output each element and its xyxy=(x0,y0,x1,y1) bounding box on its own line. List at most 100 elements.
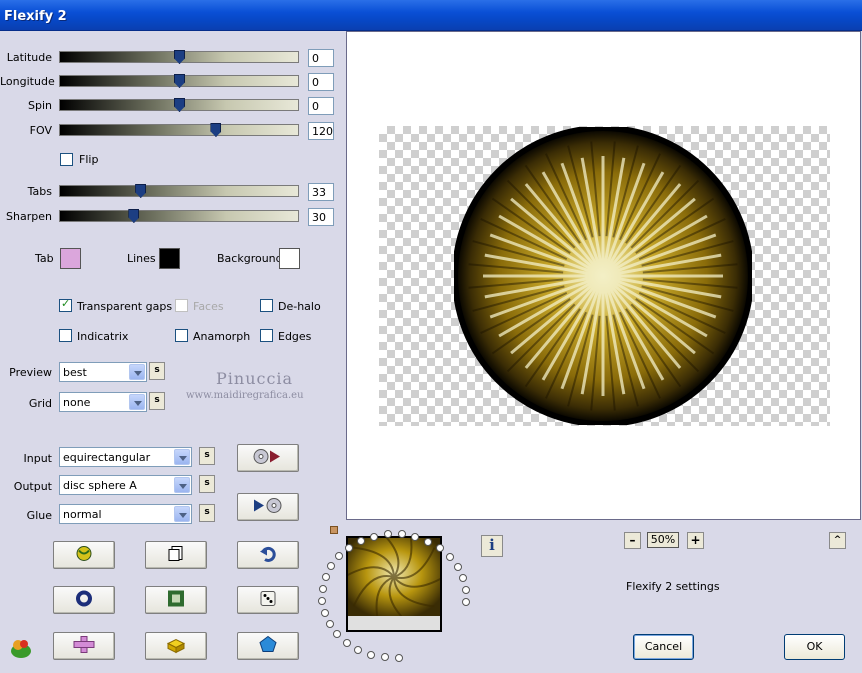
indicatrix-checkbox[interactable] xyxy=(59,329,72,342)
dial-dot[interactable] xyxy=(356,537,365,545)
dial-dot[interactable] xyxy=(335,551,344,560)
fov-slider[interactable] xyxy=(59,123,299,137)
dial-dot[interactable] xyxy=(461,585,470,594)
dial-dot[interactable] xyxy=(394,653,403,662)
dial-dot[interactable] xyxy=(327,561,336,570)
slider-thumb[interactable] xyxy=(174,50,185,64)
chevron-down-icon[interactable] xyxy=(129,394,145,410)
grid-label: Grid xyxy=(28,397,52,410)
sharpen-slider[interactable] xyxy=(59,209,299,223)
preview-select[interactable]: best xyxy=(59,362,147,382)
frame-icon xyxy=(167,590,185,611)
dial-dot[interactable] xyxy=(445,552,454,561)
spin-input[interactable]: 0 xyxy=(308,97,334,115)
transparent-gaps-checkbox[interactable] xyxy=(59,297,72,312)
longitude-slider[interactable] xyxy=(59,74,299,88)
fov-label: FOV xyxy=(29,124,52,137)
anamorph-checkbox[interactable] xyxy=(175,329,188,342)
dial-dot[interactable] xyxy=(333,629,342,638)
slider-thumb[interactable] xyxy=(174,98,185,112)
navigator-handle[interactable] xyxy=(330,526,338,534)
output-select[interactable]: disc sphere A xyxy=(59,475,192,495)
input-label: Input xyxy=(23,452,52,465)
brick-button[interactable] xyxy=(145,632,207,660)
ok-button[interactable]: OK xyxy=(784,634,845,660)
navigator-thumbnail[interactable] xyxy=(346,536,442,632)
glue-s-button[interactable]: s xyxy=(199,504,215,522)
save-output-button[interactable] xyxy=(237,493,299,521)
copy-settings-button[interactable] xyxy=(145,541,207,569)
longitude-label: Longitude xyxy=(0,75,55,88)
dial-dot[interactable] xyxy=(320,608,329,617)
flip-checkbox[interactable] xyxy=(60,153,73,166)
dial-dot[interactable] xyxy=(318,584,327,593)
ring-button[interactable] xyxy=(53,586,115,614)
slider-thumb[interactable] xyxy=(210,123,222,137)
random-dice-button[interactable] xyxy=(237,586,299,614)
fov-input[interactable]: 120 xyxy=(308,122,334,140)
cancel-button[interactable]: Cancel xyxy=(633,634,694,660)
sharpen-input[interactable]: 30 xyxy=(308,208,334,226)
brick-icon xyxy=(166,636,186,657)
load-input-button[interactable] xyxy=(237,444,299,472)
dial-dot[interactable] xyxy=(354,645,363,654)
dial-dot[interactable] xyxy=(458,573,467,582)
preview-s-button[interactable]: s xyxy=(149,362,165,380)
dial-dot[interactable] xyxy=(383,530,392,539)
dial-dot[interactable] xyxy=(380,653,389,662)
slider-thumb[interactable] xyxy=(174,74,185,88)
grid-s-button[interactable]: s xyxy=(149,392,165,410)
tabs-label: Tabs xyxy=(27,185,52,198)
dial-dot[interactable] xyxy=(453,562,462,571)
glue-select[interactable]: normal xyxy=(59,504,192,524)
chevron-down-icon[interactable] xyxy=(174,477,190,493)
dial-dot[interactable] xyxy=(345,543,354,552)
dial-dot[interactable] xyxy=(369,532,378,541)
background-color-label: Background xyxy=(217,252,283,265)
input-s-button[interactable]: s xyxy=(199,447,215,465)
grid-select[interactable]: none xyxy=(59,392,147,412)
info-button[interactable]: i xyxy=(481,535,503,557)
dial-dot[interactable] xyxy=(461,597,470,606)
dehalo-label: De-halo xyxy=(278,300,321,313)
plus-icon: + xyxy=(690,533,701,547)
disc-sphere-render xyxy=(454,127,752,425)
preview-canvas[interactable] xyxy=(346,31,861,520)
frame-button[interactable] xyxy=(145,586,207,614)
tabs-slider[interactable] xyxy=(59,184,299,198)
tab-color-swatch[interactable] xyxy=(60,248,81,269)
slider-thumb[interactable] xyxy=(128,209,140,223)
randomize-settings-button[interactable] xyxy=(53,541,115,569)
dehalo-checkbox[interactable] xyxy=(260,299,273,312)
edges-label: Edges xyxy=(278,330,312,343)
dial-dot[interactable] xyxy=(366,650,375,659)
lines-color-swatch[interactable] xyxy=(159,248,180,269)
latitude-slider[interactable] xyxy=(59,50,299,64)
pentagon-button[interactable] xyxy=(237,632,299,660)
chevron-down-icon[interactable] xyxy=(174,506,190,522)
longitude-input[interactable]: 0 xyxy=(308,73,334,91)
zoom-in-button[interactable]: + xyxy=(687,532,704,549)
dice-icon xyxy=(259,590,277,611)
background-color-swatch[interactable] xyxy=(279,248,300,269)
tabs-input[interactable]: 33 xyxy=(308,183,334,201)
latitude-input[interactable]: 0 xyxy=(308,49,334,67)
edges-checkbox[interactable] xyxy=(260,329,273,342)
cross-button[interactable] xyxy=(53,632,115,660)
input-select[interactable]: equirectangular xyxy=(59,447,192,467)
dial-dot[interactable] xyxy=(321,572,330,581)
chevron-down-icon[interactable] xyxy=(174,449,190,465)
spin-slider[interactable] xyxy=(59,98,299,112)
dial-dot[interactable] xyxy=(424,537,433,546)
faces-checkbox[interactable] xyxy=(175,299,188,312)
output-s-button[interactable]: s xyxy=(199,475,215,493)
collapse-button[interactable]: ^ xyxy=(829,532,846,549)
dial-dot[interactable] xyxy=(325,619,334,628)
dial-dot[interactable] xyxy=(342,638,351,647)
slider-thumb[interactable] xyxy=(135,184,147,198)
dial-dot[interactable] xyxy=(318,596,327,605)
chevron-down-icon[interactable] xyxy=(129,364,145,380)
zoom-out-button[interactable]: – xyxy=(624,532,641,549)
undo-button[interactable] xyxy=(237,541,299,569)
dial-dot[interactable] xyxy=(435,544,444,553)
